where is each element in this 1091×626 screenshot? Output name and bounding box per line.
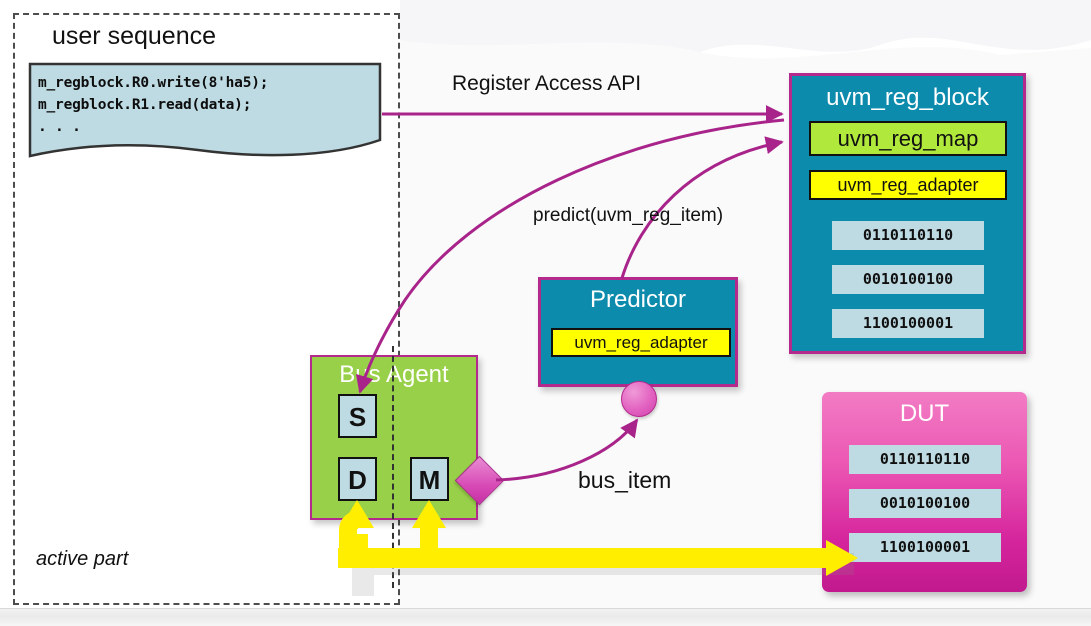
predictor-block[interactable]: Predictor uvm_reg_adapter [538,277,738,387]
dut-register-row: 1100100001 [849,533,1001,562]
bus-agent-block[interactable]: Bus Agent [310,355,478,520]
bus-agent-title: Bus Agent [339,361,449,388]
bus-shadow [352,553,854,596]
dut-block[interactable]: DUT 0110110110 0010100100 1100100001 [822,392,1027,592]
dut-register-row: 0110110110 [849,445,1001,474]
bus-agent-port-driver[interactable]: D [338,457,377,501]
uvm-reg-block-title: uvm_reg_block [826,84,989,111]
dut-register-row: 0010100100 [849,489,1001,518]
label-register-access-api: Register Access API [452,72,642,95]
label-predict-call: predict(uvm_reg_item) [533,205,724,226]
uvm-reg-map-box[interactable]: uvm_reg_map [809,121,1007,156]
predictor-uvm-reg-adapter-box[interactable]: uvm_reg_adapter [551,328,731,357]
active-part-label: active part [36,548,129,570]
bus-agent-port-sequencer[interactable]: S [338,394,377,438]
analysis-port-socket-icon[interactable] [621,381,657,417]
uvm-reg-block[interactable]: uvm_reg_block uvm_reg_map uvm_reg_adapte… [789,73,1026,354]
dut-title: DUT [899,400,950,427]
slide-footer-bar [0,608,1091,626]
user-sequence-title: user sequence [52,22,217,50]
agent-active-passive-divider [392,346,394,588]
user-sequence-code: m_regblock.R0.write(8'ha5); m_regblock.R… [38,75,269,135]
diagram-canvas: active part user sequence m_regblock.R0.… [0,0,1091,626]
predictor-title: Predictor [589,286,687,313]
reg-block-register-row: 0010100100 [832,265,984,294]
reg-block-register-row: 0110110110 [832,221,984,250]
uvm-reg-adapter-box[interactable]: uvm_reg_adapter [809,170,1007,200]
label-bus-item: bus_item [578,467,672,493]
bus-agent-port-monitor[interactable]: M [410,457,449,501]
reg-block-register-row: 1100100001 [832,309,984,338]
